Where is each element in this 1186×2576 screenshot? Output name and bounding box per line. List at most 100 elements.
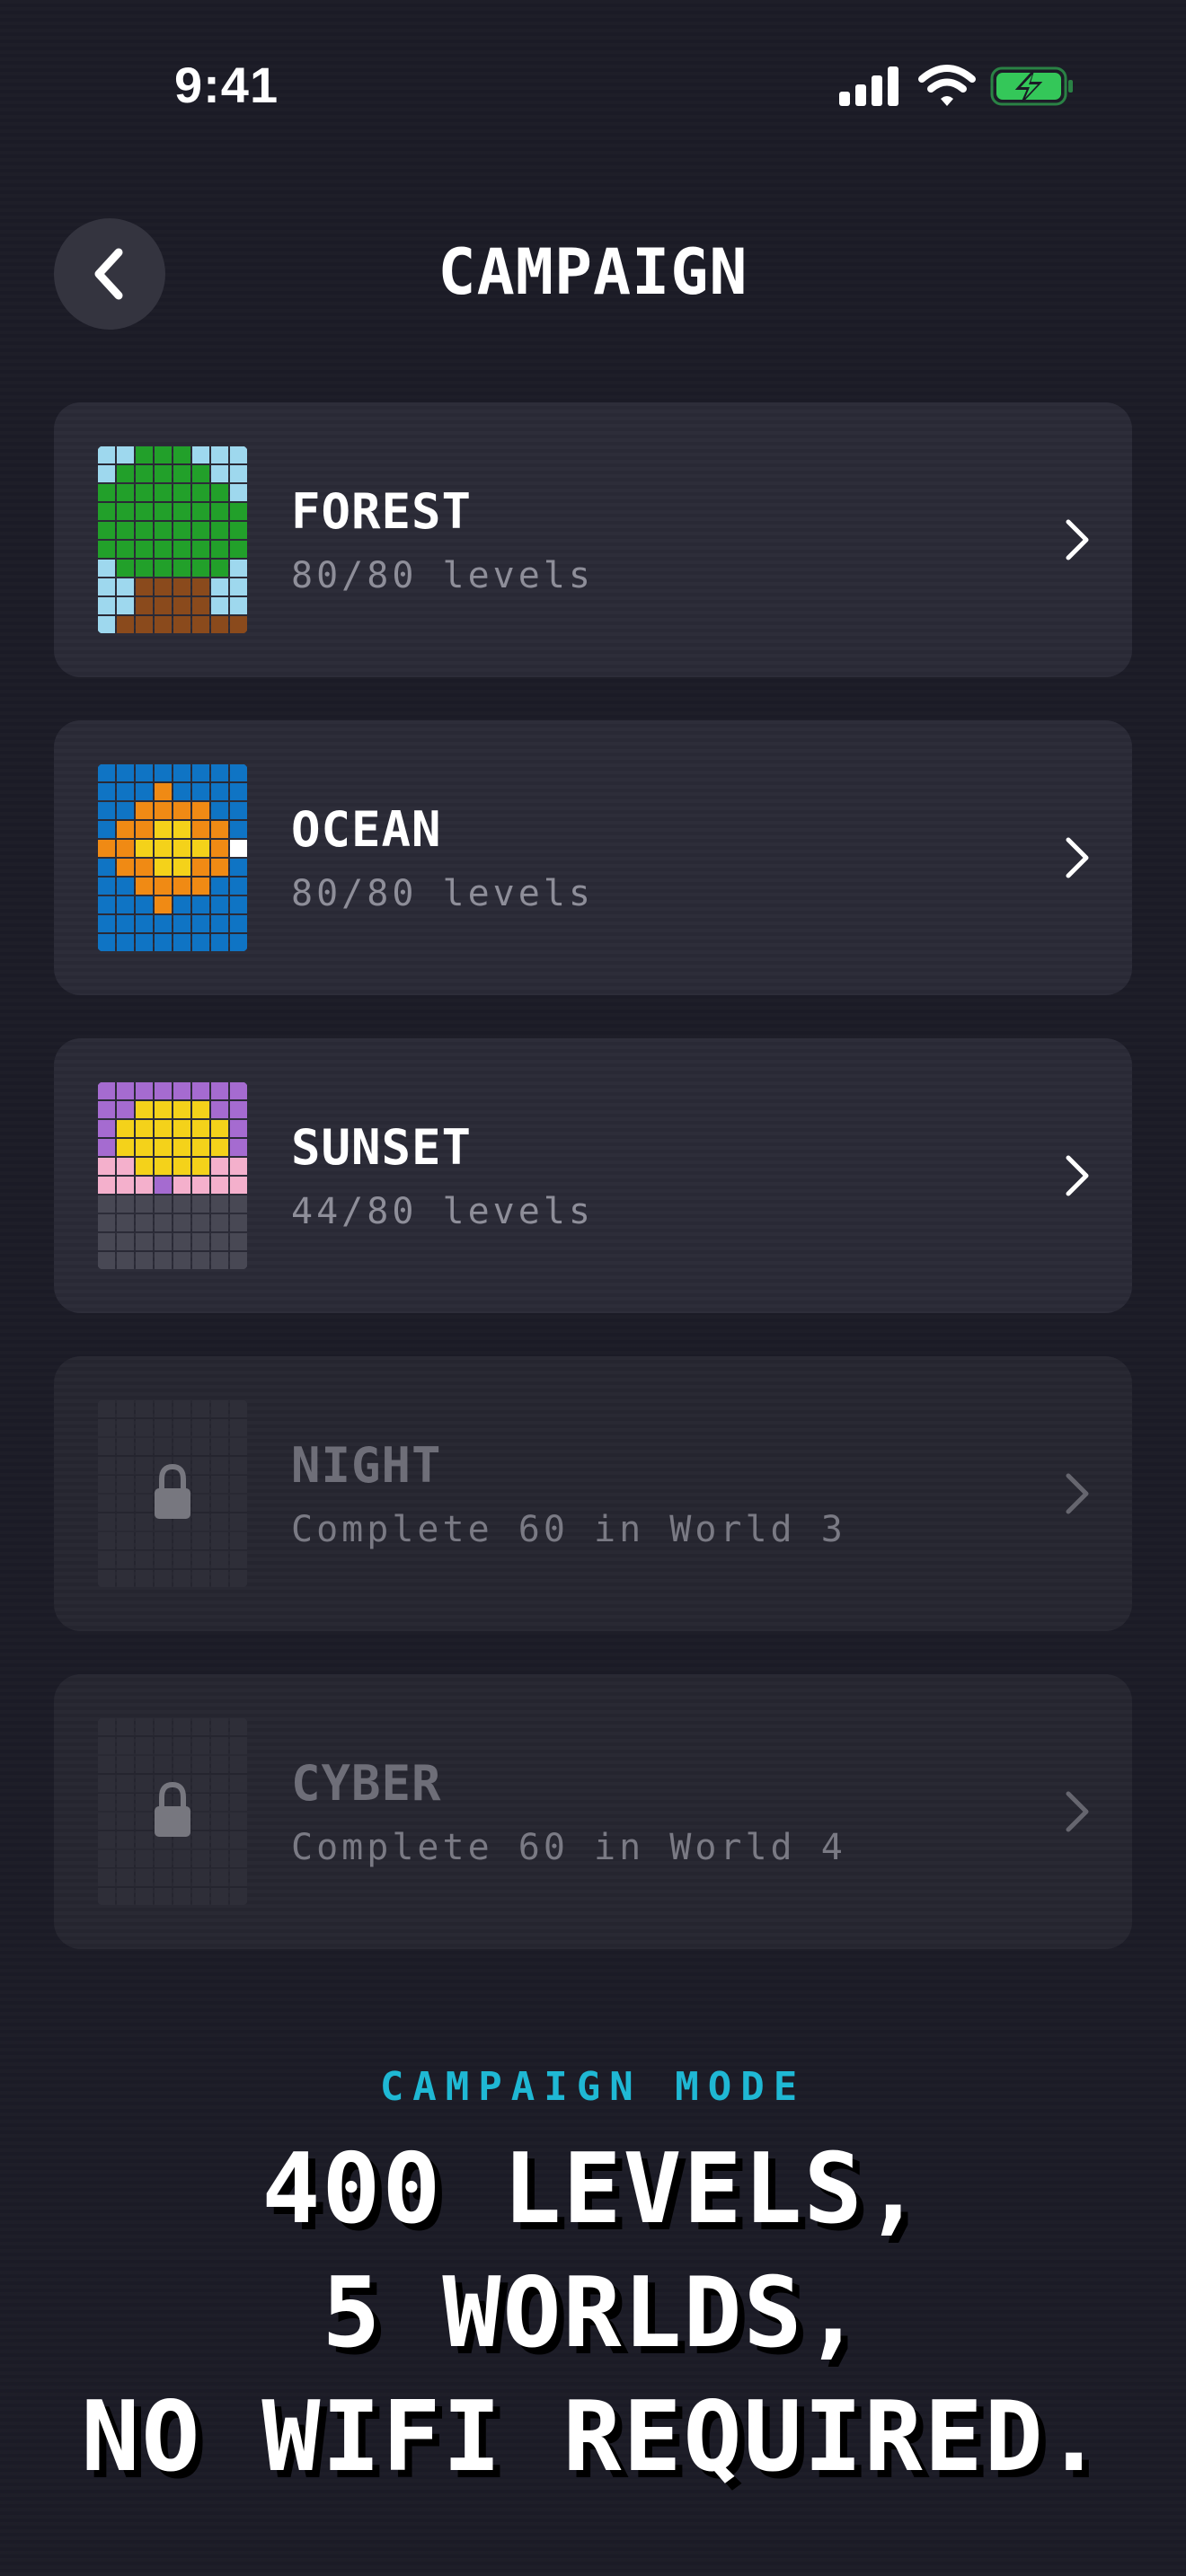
pixel-cell [211, 1139, 228, 1156]
pixel-cell [230, 878, 247, 895]
pixel-cell [136, 522, 153, 539]
pixel-cell [98, 915, 115, 932]
pixel-cell [117, 578, 134, 595]
pixel-cell [136, 859, 153, 876]
world-unlock-requirement: Complete 60 in World 4 [291, 1827, 846, 1868]
pixel-cell [211, 1495, 228, 1512]
pixel-cell [155, 1850, 172, 1867]
pixel-cell [230, 802, 247, 819]
pixel-cell [230, 1139, 247, 1156]
pixel-cell [98, 764, 115, 781]
pixel-cell [136, 1850, 153, 1867]
world-card-ocean[interactable]: OCEAN 80/80 levels [54, 720, 1132, 995]
world-progress: 80/80 levels [291, 873, 594, 914]
pixel-cell [173, 1718, 190, 1735]
pixel-cell [192, 1551, 209, 1568]
pixel-cell [192, 597, 209, 614]
chevron-right-icon [1066, 1473, 1089, 1514]
pixel-cell [136, 1813, 153, 1830]
pixel-cell [155, 1756, 172, 1773]
pixel-cell [117, 859, 134, 876]
pixel-cell [230, 1831, 247, 1848]
pixel-cell [155, 616, 172, 633]
pixel-cell [98, 503, 115, 520]
pixel-cell [173, 560, 190, 577]
pixel-cell [230, 1869, 247, 1886]
pixel-cell [98, 1158, 115, 1175]
pixel-cell [117, 484, 134, 501]
pixel-cell [117, 1737, 134, 1754]
pixel-cell [155, 465, 172, 482]
pixel-cell [155, 840, 172, 857]
pixel-cell [117, 1570, 134, 1587]
pixel-cell [155, 934, 172, 951]
world-card-night[interactable]: NIGHT Complete 60 in World 3 [54, 1356, 1132, 1631]
pixel-cell [211, 783, 228, 800]
pixel-cell [155, 896, 172, 913]
pixel-cell [230, 896, 247, 913]
pixel-cell [98, 1438, 115, 1455]
pixel-cell [230, 1457, 247, 1474]
pixel-cell [211, 764, 228, 781]
pixel-cell [173, 578, 190, 595]
pixel-cell [117, 1513, 134, 1531]
pixel-cell [117, 896, 134, 913]
pixel-cell [230, 1214, 247, 1231]
pixel-cell [211, 896, 228, 913]
page-title: CAMPAIGN [438, 235, 748, 309]
pixel-cell [117, 597, 134, 614]
pixel-cell [211, 859, 228, 876]
pixel-cell [230, 616, 247, 633]
pixel-cell [230, 1120, 247, 1137]
pixel-cell [98, 560, 115, 577]
pixel-cell [192, 878, 209, 895]
world-card-cyber[interactable]: CYBER Complete 60 in World 4 [54, 1674, 1132, 1949]
pixel-cell [136, 1869, 153, 1886]
pixel-cell [211, 1214, 228, 1231]
pixel-cell [98, 1139, 115, 1156]
pixel-cell [192, 541, 209, 558]
pixel-cell [192, 1794, 209, 1811]
pixel-cell [155, 764, 172, 781]
pixel-cell [230, 578, 247, 595]
pixel-cell [98, 1214, 115, 1231]
pixel-cell [155, 522, 172, 539]
pixel-cell [211, 541, 228, 558]
pixel-cell [230, 1195, 247, 1213]
pixel-cell [230, 1532, 247, 1549]
world-card-sunset[interactable]: SUNSET 44/80 levels [54, 1038, 1132, 1313]
pixel-cell [230, 783, 247, 800]
pixel-cell [155, 802, 172, 819]
pixel-cell [230, 503, 247, 520]
world-card-forest[interactable]: FOREST 80/80 levels [54, 402, 1132, 677]
pixel-cell [192, 1400, 209, 1417]
pixel-cell [173, 896, 190, 913]
pixel-cell [136, 1252, 153, 1269]
pixel-cell [117, 1214, 134, 1231]
pixel-cell [192, 802, 209, 819]
pixel-cell [192, 503, 209, 520]
pixel-cell [155, 1869, 172, 1886]
pixel-cell [173, 1570, 190, 1587]
pixel-cell [192, 1718, 209, 1735]
pixel-cell [230, 446, 247, 463]
pixel-cell [117, 1756, 134, 1773]
pixel-cell [136, 1082, 153, 1099]
pixel-cell [211, 446, 228, 463]
pixel-cell [211, 1476, 228, 1493]
pixel-cell [230, 1775, 247, 1792]
pixel-cell [173, 1082, 190, 1099]
pixel-cell [211, 1532, 228, 1549]
pixel-cell [155, 783, 172, 800]
pixel-cell [136, 578, 153, 595]
pixel-cell [173, 446, 190, 463]
pixel-cell [173, 503, 190, 520]
pixel-cell [192, 484, 209, 501]
pixel-cell [98, 1177, 115, 1194]
pixel-cell [136, 1457, 153, 1474]
pixel-cell [155, 1438, 172, 1455]
pixel-cell [136, 560, 153, 577]
signal-icon [839, 66, 898, 106]
pixel-cell [173, 1195, 190, 1213]
pixel-cell [117, 1476, 134, 1493]
